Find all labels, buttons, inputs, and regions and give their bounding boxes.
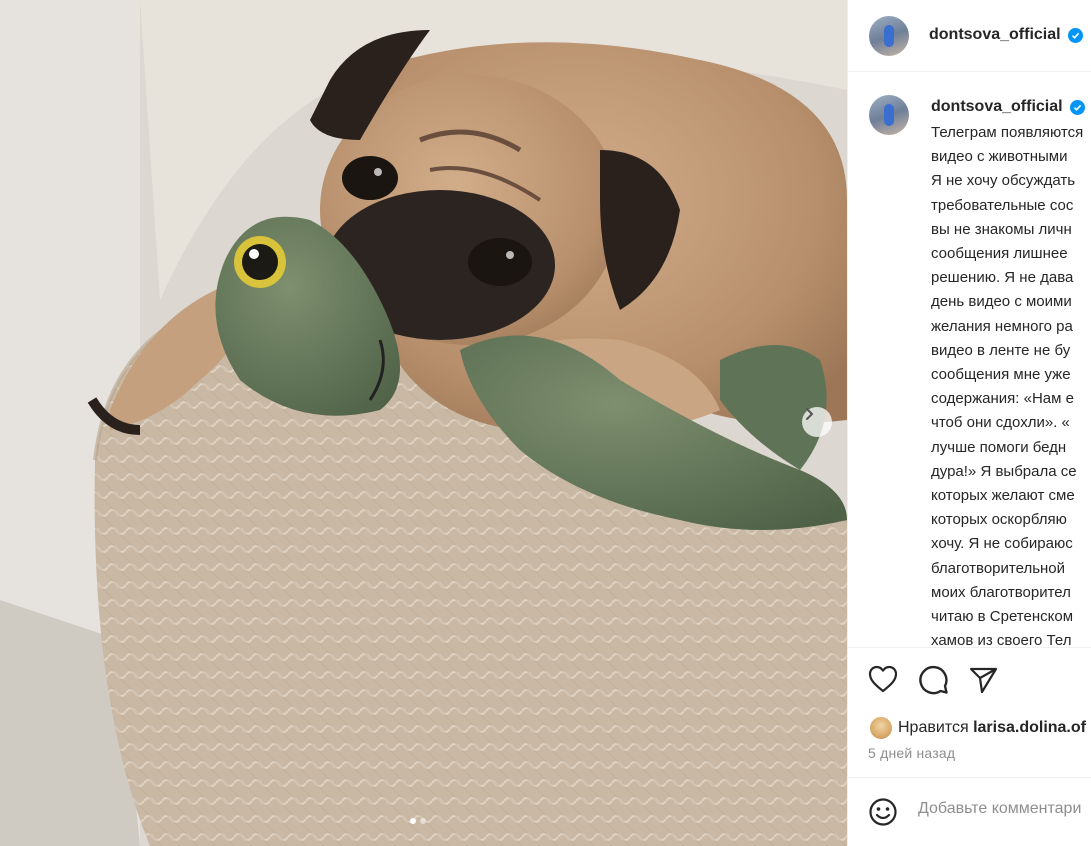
author-avatar[interactable] bbox=[869, 16, 909, 56]
caption-line: которых оскорбляю bbox=[931, 511, 1067, 529]
author-username[interactable]: dontsova_official bbox=[929, 26, 1061, 44]
comment-input[interactable] bbox=[918, 800, 1091, 818]
liker-avatar[interactable] bbox=[869, 716, 893, 740]
caption-line: благотворительной bbox=[931, 559, 1066, 577]
carousel-next-button[interactable] bbox=[802, 407, 832, 437]
caption-line: решению. Я не дава bbox=[931, 269, 1074, 287]
caption-line: требовательные сос bbox=[931, 196, 1074, 214]
caption-line: Телеграм появляются bbox=[931, 124, 1084, 141]
heart-icon[interactable] bbox=[868, 665, 898, 698]
caption-line: сообщения мне уже bbox=[931, 366, 1071, 384]
carousel-dot bbox=[420, 818, 426, 824]
caption-line: видео в ленте не бу bbox=[931, 341, 1071, 359]
likes-prefix: Нравится bbox=[898, 719, 969, 736]
post-photo bbox=[0, 0, 847, 846]
emoji-smile-icon[interactable] bbox=[868, 797, 898, 832]
caption-line: Я не хочу обсуждать bbox=[931, 172, 1076, 190]
comment-bubble-icon[interactable] bbox=[919, 665, 949, 700]
post-header: dontsova_official bbox=[848, 0, 1091, 72]
caption-text: Телеграм появляются видео с животными Я не… bbox=[931, 121, 1091, 647]
caption-line: хамов из своего Тел bbox=[931, 632, 1072, 647]
verified-badge-icon bbox=[1068, 28, 1083, 43]
caption-line: день видео с моими bbox=[931, 293, 1072, 311]
post-media[interactable] bbox=[0, 0, 847, 846]
post-actions: Нравится larisa.dolina.of 5 дней назад bbox=[848, 647, 1091, 777]
caption-line: лучше помоги бедн bbox=[931, 438, 1067, 456]
caption-line: моих благотворител bbox=[931, 583, 1071, 601]
caption-line: содержания: «Нам е bbox=[931, 390, 1074, 408]
caption-line: которых желают сме bbox=[931, 487, 1075, 505]
chevron-right-icon bbox=[806, 408, 813, 420]
caption-line: желания немного ра bbox=[931, 317, 1073, 335]
caption-author-avatar[interactable] bbox=[869, 95, 909, 135]
caption-author-username[interactable]: dontsova_official bbox=[931, 98, 1063, 116]
caption-section: dontsova_official Телеграм появляются вид… bbox=[848, 72, 1091, 647]
carousel-indicator bbox=[410, 818, 426, 824]
caption-line: чтоб они сдохли». « bbox=[931, 414, 1070, 432]
caption-line: сообщения лишнее bbox=[931, 245, 1068, 263]
caption-line: видео с животными bbox=[931, 148, 1068, 166]
likes-summary: Нравится larisa.dolina.of bbox=[898, 719, 1086, 737]
paper-plane-icon[interactable] bbox=[969, 666, 999, 699]
post-timestamp[interactable]: 5 дней назад bbox=[868, 745, 955, 761]
liker-username[interactable]: larisa.dolina.of bbox=[973, 719, 1086, 736]
caption-line: дура!» Я выбрала се bbox=[931, 462, 1077, 480]
carousel-dot-active bbox=[410, 818, 416, 824]
add-comment-section bbox=[848, 777, 1091, 846]
caption-line: читаю в Сретенском bbox=[931, 608, 1074, 626]
caption-line: хочу. Я не собираюс bbox=[931, 535, 1073, 553]
verified-badge-icon bbox=[1070, 100, 1085, 115]
caption-line: вы не знакомы личн bbox=[931, 220, 1072, 238]
post-side-panel: dontsova_official dontsova_official Теле… bbox=[847, 0, 1091, 846]
